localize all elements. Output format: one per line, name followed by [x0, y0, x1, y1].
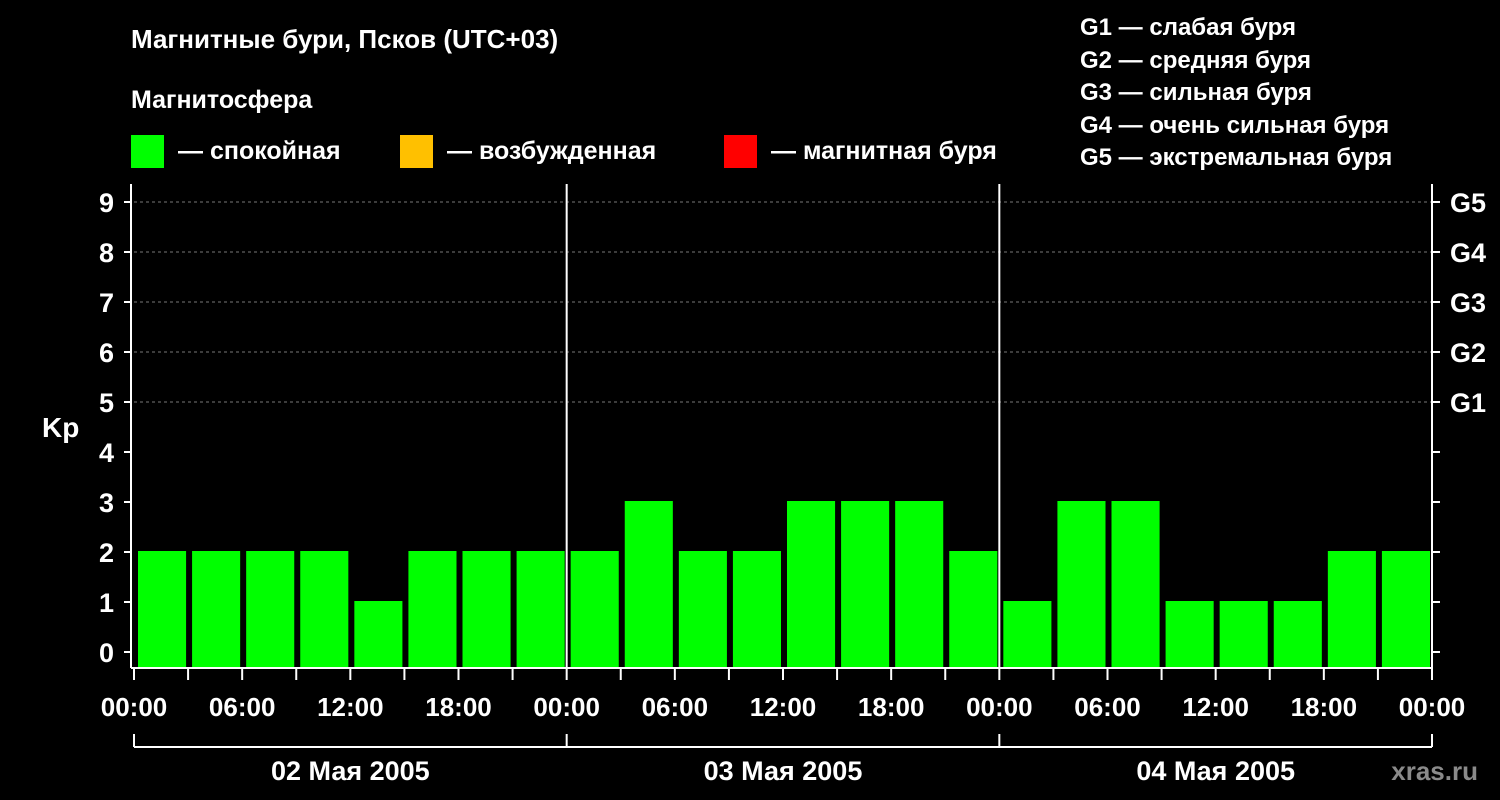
y-tick-label: 7 [99, 288, 114, 318]
kp-bar [787, 501, 836, 668]
kp-bar [841, 501, 890, 668]
day-label: 02 Мая 2005 [271, 756, 430, 786]
y-tick-label: 8 [99, 238, 114, 268]
kp-bar [570, 551, 619, 668]
y-tick-label: 4 [99, 438, 114, 468]
kp-bar [895, 501, 944, 668]
kp-bar [1111, 501, 1160, 668]
x-tick-label: 12:00 [1182, 692, 1249, 722]
kp-bar [1381, 551, 1430, 668]
kp-bar [516, 551, 565, 668]
day-label: 04 Мая 2005 [1136, 756, 1295, 786]
y-tick-label: 9 [99, 188, 114, 218]
kp-bar [678, 551, 727, 668]
y-tick-label: 6 [99, 338, 114, 368]
kp-bar [354, 601, 403, 668]
x-tick-label: 18:00 [425, 692, 492, 722]
y-tick-label: 1 [99, 588, 114, 618]
kp-bar [1327, 551, 1376, 668]
kp-bar [1003, 601, 1052, 668]
day-label: 03 Мая 2005 [704, 756, 863, 786]
x-tick-label: 12:00 [750, 692, 817, 722]
x-tick-label: 06:00 [642, 692, 709, 722]
g-tick-label: G4 [1450, 238, 1486, 268]
kp-bar [1273, 601, 1322, 668]
kp-bar [192, 551, 241, 668]
x-tick-label: 06:00 [1074, 692, 1141, 722]
x-tick-label: 00:00 [966, 692, 1033, 722]
g-tick-label: G2 [1450, 338, 1486, 368]
kp-bar [949, 551, 998, 668]
kp-bar [246, 551, 295, 668]
g-tick-label: G1 [1450, 388, 1486, 418]
g-tick-label: G5 [1450, 188, 1486, 218]
x-tick-label: 12:00 [317, 692, 384, 722]
kp-bar [300, 551, 349, 668]
y-tick-label: 5 [99, 388, 114, 418]
x-tick-label: 18:00 [1291, 692, 1358, 722]
g-tick-label: G3 [1450, 288, 1486, 318]
kp-bar [1165, 601, 1214, 668]
kp-bar [1057, 501, 1106, 668]
watermark: xras.ru [1391, 756, 1478, 786]
kp-bar [138, 551, 187, 668]
x-tick-label: 00:00 [1399, 692, 1466, 722]
x-tick-label: 00:00 [533, 692, 600, 722]
y-tick-label: 0 [99, 638, 114, 668]
y-tick-label: 2 [99, 538, 114, 568]
kp-bar [408, 551, 457, 668]
x-tick-label: 06:00 [209, 692, 276, 722]
kp-bar-chart: 0 1 2 3 4 5 6 7 8 9 G1 G2 G3 G4 G5 00:00 06:00 12:00 18:00… [99, 184, 1486, 786]
kp-bar [732, 551, 781, 668]
x-tick-label: 18:00 [858, 692, 925, 722]
kp-bar [1219, 601, 1268, 668]
kp-bar [624, 501, 673, 668]
x-tick-label: 00:00 [101, 692, 168, 722]
kp-bar [462, 551, 511, 668]
y-tick-label: 3 [99, 488, 114, 518]
